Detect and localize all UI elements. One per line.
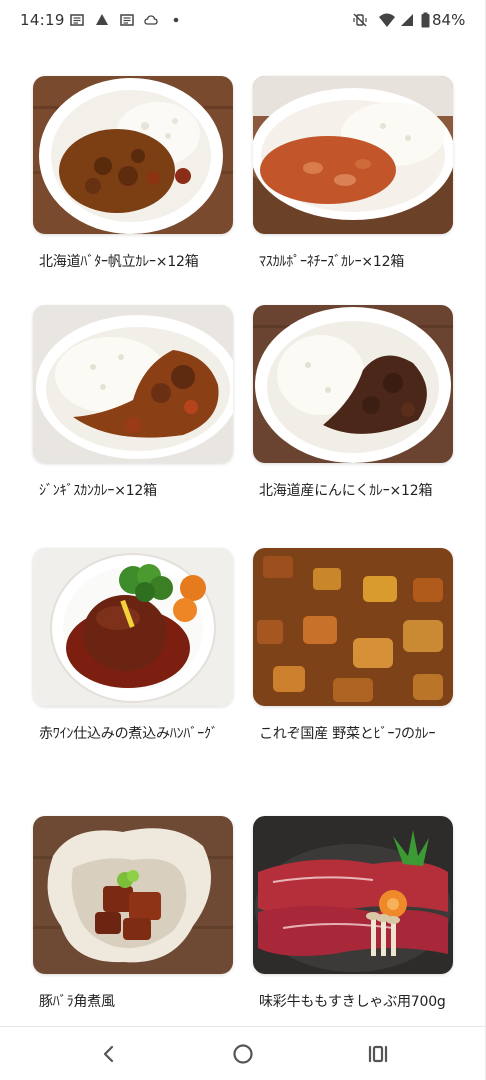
product-thumbnail[interactable] bbox=[253, 76, 453, 234]
product-title[interactable]: ﾏｽｶﾙﾎﾟｰﾈﾁｰｽﾞｶﾚｰ×12箱 bbox=[259, 254, 449, 271]
curry-plate-image bbox=[253, 305, 453, 463]
status-time: 14:19 bbox=[20, 11, 65, 29]
wifi-icon bbox=[378, 12, 396, 32]
battery-percentage: 84% bbox=[432, 11, 466, 29]
product-title[interactable]: 味彩牛ももすきしゃぶ用700g bbox=[259, 994, 449, 1011]
curry-plate-image bbox=[253, 76, 453, 234]
product-thumbnail[interactable] bbox=[33, 548, 233, 706]
product-title[interactable]: 赤ﾜｲﾝ仕込みの煮込みﾊﾝﾊﾞｰｸﾞ bbox=[39, 726, 229, 743]
product-title[interactable]: これぞ国産 野菜とﾋﾞｰﾌのｶﾚｰ bbox=[259, 726, 449, 743]
back-icon[interactable] bbox=[95, 1040, 123, 1068]
beef-sukiyaki-image bbox=[253, 816, 453, 974]
product-title[interactable]: ｼﾞﾝｷﾞｽｶﾝｶﾚｰ×12箱 bbox=[39, 483, 229, 500]
drive-notification-icon bbox=[95, 12, 109, 26]
status-bar: 14:19 84% bbox=[0, 0, 486, 42]
battery-icon bbox=[421, 12, 430, 32]
product-thumbnail[interactable] bbox=[33, 816, 233, 974]
product-title[interactable]: 北海道産にんにくｶﾚｰ×12箱 bbox=[259, 483, 449, 500]
curry-closeup-image bbox=[253, 548, 453, 706]
news-notification-icon bbox=[70, 12, 84, 26]
product-grid: 北海道ﾊﾞﾀｰ帆立ｶﾚｰ×12箱 ﾏｽｶﾙﾎﾟｰﾈﾁｰｽﾞｶﾚｰ×12箱 ｼﾞﾝ… bbox=[0, 42, 486, 1026]
product-thumbnail[interactable] bbox=[33, 305, 233, 463]
recent-apps-icon[interactable] bbox=[363, 1040, 391, 1068]
product-thumbnail[interactable] bbox=[253, 305, 453, 463]
product-thumbnail[interactable] bbox=[253, 816, 453, 974]
product-thumbnail[interactable] bbox=[253, 548, 453, 706]
curry-plate-image bbox=[33, 305, 233, 463]
braised-pork-image bbox=[33, 816, 233, 974]
hamburg-steak-image bbox=[33, 548, 233, 706]
product-thumbnail[interactable] bbox=[33, 76, 233, 234]
vibrate-off-icon bbox=[352, 12, 368, 32]
navigation-bar bbox=[0, 1026, 486, 1080]
more-notifications-icon bbox=[172, 12, 186, 26]
cloud-notification-icon bbox=[144, 12, 158, 26]
cellular-signal-icon bbox=[400, 12, 414, 32]
product-title[interactable]: 北海道ﾊﾞﾀｰ帆立ｶﾚｰ×12箱 bbox=[39, 254, 229, 271]
curry-plate-image bbox=[33, 76, 233, 234]
home-icon[interactable] bbox=[229, 1040, 257, 1068]
news-notification-icon bbox=[120, 12, 134, 26]
product-title[interactable]: 豚ﾊﾞﾗ角煮風 bbox=[39, 994, 229, 1011]
